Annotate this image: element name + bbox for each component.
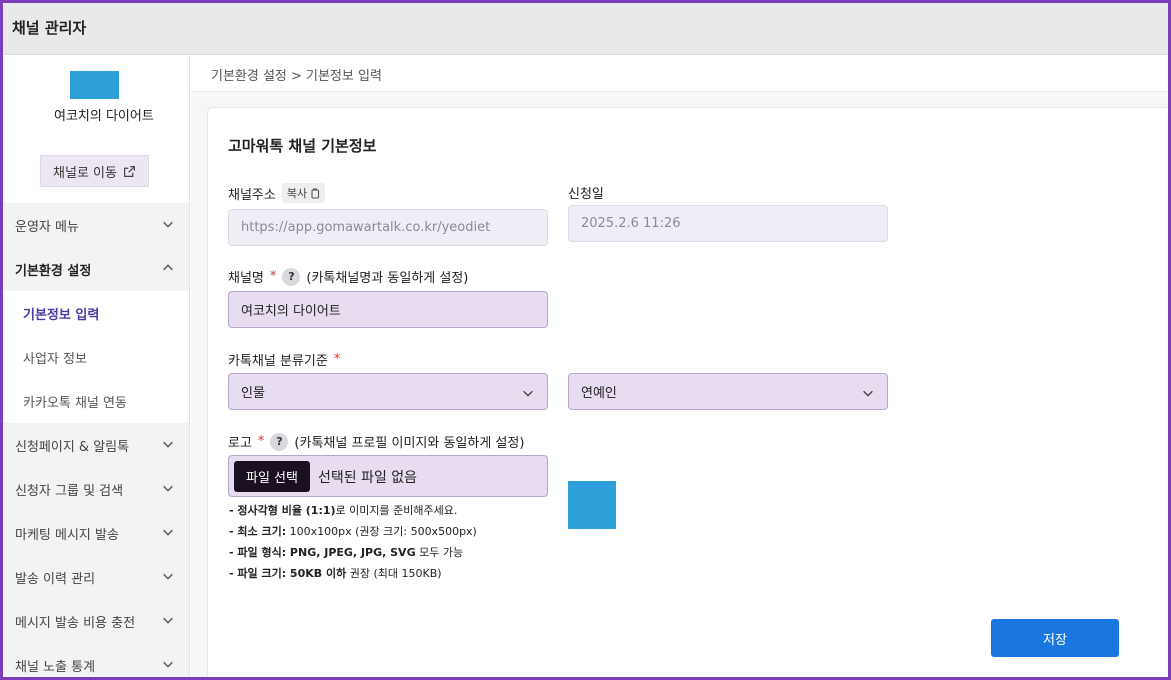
form-title: 고마워톡 채널 기본정보	[228, 137, 377, 155]
menu-operator[interactable]: 운영자 메뉴	[3, 203, 189, 247]
logo-label: 로고 * ? (카톡채널 프로필 이미지와 동일하게 설정)	[228, 432, 524, 451]
menu-marketing-message[interactable]: 마케팅 메시지 발송	[3, 511, 189, 555]
apply-date-label-text: 신청일	[568, 187, 604, 202]
chevron-down-icon	[163, 573, 173, 580]
apply-date-value: 2025.2.6 11:26	[581, 216, 681, 231]
channel-name-input[interactable]: 여코치의 다이어트	[228, 291, 548, 328]
chevron-down-icon	[863, 390, 873, 397]
go-to-channel-button[interactable]: 채널로 이동	[40, 155, 149, 187]
submenu-label: 기본정보 입력	[23, 307, 100, 323]
menu-apply-page[interactable]: 신청페이지 & 알림톡	[3, 423, 189, 467]
menu-label: 메시지 발송 비용 충전	[15, 615, 136, 631]
menu-applicant-group[interactable]: 신청자 그룹 및 검색	[3, 467, 189, 511]
channel-name-hint: (카톡채널명과 동일하게 설정)	[306, 271, 469, 286]
guideline-item: - 최소 크기: 100x100px (권장 크기: 500x500px)	[229, 525, 477, 538]
chevron-down-icon	[163, 617, 173, 624]
channel-url-field: https://app.gomawartalk.co.kr/yeodiet	[228, 209, 548, 246]
apply-date-field: 2025.2.6 11:26	[568, 205, 888, 242]
chevron-down-icon	[163, 661, 173, 668]
app-title: 채널 관리자	[12, 19, 87, 37]
channel-name-label-text: 채널명	[228, 271, 264, 286]
category-primary-select[interactable]: 인물	[228, 373, 548, 410]
channel-profile: 여코치의 다이어트 채널로 이동	[3, 55, 189, 203]
channel-name-value: 여코치의 다이어트	[241, 304, 341, 319]
logo-preview	[568, 481, 616, 529]
menu-send-history[interactable]: 발송 이력 관리	[3, 555, 189, 599]
chevron-down-icon	[163, 529, 173, 536]
menu-label: 마케팅 메시지 발송	[15, 527, 119, 543]
file-status: 선택된 파일 없음	[318, 470, 418, 486]
submenu-business-info[interactable]: 사업자 정보	[3, 335, 189, 379]
chevron-down-icon	[163, 221, 173, 228]
chevron-down-icon	[523, 390, 533, 397]
apply-date-label: 신청일	[568, 183, 604, 202]
breadcrumb: 기본환경 설정 > 기본정보 입력	[191, 55, 1168, 92]
help-icon[interactable]: ?	[270, 432, 289, 451]
guideline-item: - 파일 크기: 50KB 이하 권장 (최대 150KB)	[229, 567, 442, 580]
menu-label: 신청자 그룹 및 검색	[15, 483, 124, 499]
channel-name-label: 채널명 * ? (카톡채널명과 동일하게 설정)	[228, 267, 468, 286]
channel-url-label: 채널주소 복사	[228, 183, 326, 203]
chevron-down-icon	[163, 441, 173, 448]
top-bar: 채널 관리자	[0, 0, 1171, 55]
menu-label: 운영자 메뉴	[15, 219, 79, 235]
channel-name: 여코치의 다이어트	[54, 109, 154, 124]
logo-label-text: 로고	[228, 436, 252, 451]
category-secondary-select[interactable]: 연예인	[568, 373, 888, 410]
file-select-button[interactable]: 파일 선택	[234, 461, 310, 492]
submenu-label: 사업자 정보	[23, 351, 87, 367]
copy-label: 복사	[286, 187, 308, 200]
channel-url-value: https://app.gomawartalk.co.kr/yeodiet	[241, 220, 491, 235]
external-link-icon	[123, 165, 135, 177]
logo-file-input[interactable]: 파일 선택 선택된 파일 없음	[228, 455, 548, 497]
menu-label: 발송 이력 관리	[15, 571, 96, 587]
category-secondary-value: 연예인	[581, 386, 617, 401]
save-button[interactable]: 저장	[991, 619, 1119, 657]
required-mark: *	[257, 434, 265, 449]
copy-button[interactable]: 복사	[281, 183, 326, 203]
menu-label: 신청페이지 & 알림톡	[15, 439, 130, 455]
logo-guidelines: - 정사각형 비율 (1:1)로 이미지를 준비해주세요. - 최소 크기: 1…	[229, 500, 477, 584]
go-to-channel-label: 채널로 이동	[53, 165, 117, 181]
category-primary-value: 인물	[241, 386, 265, 401]
submenu-kakao-link[interactable]: 카카오톡 채널 연동	[3, 379, 189, 423]
channel-avatar	[70, 71, 119, 99]
channel-url-label-text: 채널주소	[228, 187, 276, 203]
menu-charge[interactable]: 메시지 발송 비용 충전	[3, 599, 189, 643]
guideline-item: - 정사각형 비율 (1:1)로 이미지를 준비해주세요.	[229, 504, 458, 517]
logo-hint: (카톡채널 프로필 이미지와 동일하게 설정)	[294, 436, 525, 451]
category-label-text: 카톡채널 분류기준	[228, 354, 328, 369]
menu-channel-stats[interactable]: 채널 노출 통계	[3, 643, 189, 677]
sidebar: 여코치의 다이어트 채널로 이동 운영자 메뉴 기본환경 설정 기본정보 입력 …	[3, 55, 190, 677]
copy-icon	[311, 187, 320, 199]
chevron-down-icon	[163, 485, 173, 492]
menu-label: 기본환경 설정	[15, 263, 92, 279]
required-mark: *	[333, 352, 341, 367]
menu-label: 채널 노출 통계	[15, 659, 96, 675]
required-mark: *	[269, 269, 277, 284]
chevron-up-icon	[163, 264, 173, 271]
guideline-item: - 파일 형식: PNG, JPEG, JPG, SVG 모두 가능	[229, 546, 464, 559]
category-label: 카톡채널 분류기준 *	[228, 350, 340, 369]
submenu-label: 카카오톡 채널 연동	[23, 395, 127, 411]
help-icon[interactable]: ?	[282, 267, 301, 286]
menu-basic-settings[interactable]: 기본환경 설정	[3, 247, 189, 291]
submenu-basic-info[interactable]: 기본정보 입력	[3, 291, 189, 335]
